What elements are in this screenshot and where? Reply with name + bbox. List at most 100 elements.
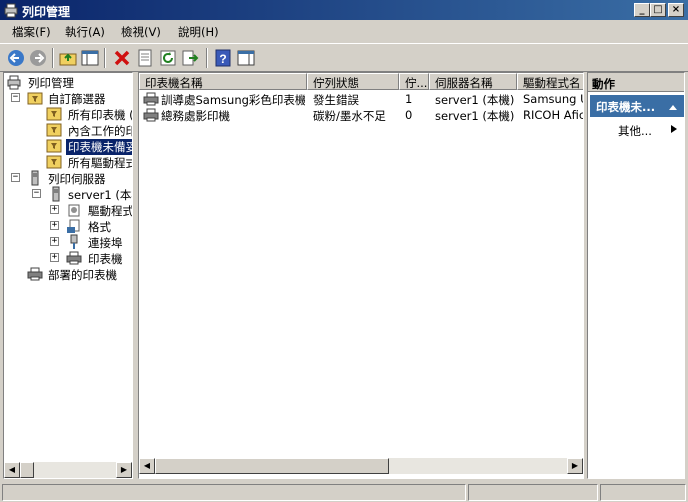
cell-queue-status: 發生錯誤: [313, 93, 359, 107]
toolbar-separator: [206, 48, 208, 68]
menu-file[interactable]: 檔案(F): [12, 24, 51, 40]
scroll-right-icon[interactable]: ▶: [567, 458, 583, 474]
svg-text:?: ?: [219, 52, 226, 66]
table-row[interactable]: 訓導處Samsung彩色印表機 發生錯誤 1 server1 (本機) Sams…: [139, 91, 583, 107]
expand-icon[interactable]: +: [50, 253, 59, 262]
filter-icon: [46, 139, 62, 153]
column-header-queue-status[interactable]: 佇列狀態: [307, 73, 399, 90]
actions-group-title[interactable]: 印表機未...: [590, 95, 684, 117]
expand-icon[interactable]: +: [50, 221, 59, 230]
scroll-thumb[interactable]: [20, 462, 34, 478]
printer-list: 印表機名稱 佇列狀態 佇... 伺服器名稱 驅動程式名 訓導處Samsung彩色…: [138, 72, 584, 479]
scroll-right-icon[interactable]: ▶: [116, 462, 132, 478]
column-header-driver-name[interactable]: 驅動程式名: [517, 73, 583, 90]
scroll-left-icon[interactable]: ◀: [139, 458, 155, 474]
tree-item-forms[interactable]: + 格式: [6, 218, 132, 234]
tree-item-print-servers[interactable]: − 列印伺服器: [6, 170, 132, 186]
back-icon[interactable]: [6, 48, 26, 68]
print-management-icon: [7, 75, 21, 90]
tree-item-deployed-printers[interactable]: 部署的印表機: [6, 266, 132, 282]
menu-view[interactable]: 檢視(V): [121, 24, 161, 40]
help-icon[interactable]: ?: [213, 48, 233, 68]
tree-label: 格式: [88, 220, 111, 234]
expand-icon[interactable]: +: [50, 237, 59, 246]
forward-icon[interactable]: [28, 48, 48, 68]
tree-horizontal-scrollbar[interactable]: ◀ ▶: [4, 462, 132, 478]
port-icon: [70, 234, 78, 249]
title-bar: 列印管理 _ □ ×: [0, 0, 688, 20]
tree-label: 列印管理: [28, 76, 74, 90]
show-hide-tree-icon[interactable]: [80, 48, 100, 68]
cell-queue-status: 碳粉/墨水不足: [313, 109, 386, 123]
tree-item-printers-with-jobs[interactable]: 內含工作的印: [6, 122, 132, 138]
tree-label: 所有驅動程式: [68, 156, 133, 170]
menu-action[interactable]: 執行(A): [65, 24, 105, 40]
properties-icon[interactable]: [135, 48, 155, 68]
tree-label: server1 (本機): [68, 188, 132, 202]
submenu-arrow-icon: [671, 125, 677, 133]
tree-item-root[interactable]: 列印管理: [6, 74, 132, 90]
tree-item-all-printers[interactable]: 所有印表機 (: [6, 106, 133, 122]
cell-jobs: 0: [405, 108, 413, 122]
menu-bar: 檔案(F) 執行(A) 檢視(V) 說明(H): [0, 21, 688, 41]
driver-icon: [68, 204, 80, 217]
list-horizontal-scrollbar[interactable]: ◀ ▶: [139, 458, 583, 474]
show-hide-action-pane-icon[interactable]: [236, 48, 256, 68]
up-folder-icon[interactable]: [58, 48, 78, 68]
column-header-server-name[interactable]: 伺服器名稱: [429, 73, 517, 90]
cell-server-name: server1 (本機): [435, 109, 515, 123]
window-title: 列印管理: [22, 5, 71, 19]
cell-driver-name: Samsung Un: [523, 92, 583, 106]
printer-icon: [143, 92, 159, 106]
tree-label-selected: 印表機未備妥: [66, 139, 132, 155]
maximize-button[interactable]: □: [650, 3, 666, 17]
cell-driver-name: RICOH Afic: [523, 108, 583, 122]
filter-icon: [46, 107, 62, 121]
tree-item-server1[interactable]: − server1 (本機): [6, 186, 132, 202]
tree-label: 列印伺服器: [48, 172, 106, 186]
column-header-printer-name[interactable]: 印表機名稱: [139, 73, 307, 90]
filter-folder-icon: [27, 92, 43, 105]
status-bar: [0, 482, 688, 502]
tree-label: 連接埠: [88, 236, 123, 250]
collapse-up-icon[interactable]: [668, 103, 678, 111]
collapse-icon[interactable]: −: [11, 173, 20, 182]
tree-label: 所有印表機 (: [68, 108, 133, 122]
toolbar-separator: [52, 48, 54, 68]
minimize-button[interactable]: _: [634, 3, 650, 17]
tree-item-ports[interactable]: + 連接埠: [6, 234, 132, 250]
export-icon[interactable]: [180, 48, 200, 68]
forms-icon: [67, 219, 80, 233]
delete-icon[interactable]: [112, 48, 132, 68]
refresh-icon[interactable]: [158, 48, 178, 68]
tree-item-printers[interactable]: + 印表機: [6, 250, 132, 266]
tree-label: 印表機: [88, 252, 123, 266]
expand-icon[interactable]: +: [50, 205, 59, 214]
tree-label: 部署的印表機: [48, 268, 117, 282]
cell-printer-name: 總務處影印機: [161, 109, 230, 123]
action-more[interactable]: 其他...: [618, 123, 652, 139]
toolbar-separator: [104, 48, 106, 68]
collapse-icon[interactable]: −: [11, 93, 20, 102]
console-tree: 列印管理 − 自訂篩選器 所有印表機 ( 內含工作的印 印表機未備妥 所有驅動程…: [3, 72, 133, 479]
close-button[interactable]: ×: [668, 3, 684, 17]
filter-icon: [46, 155, 62, 169]
tree-item-drivers[interactable]: + 驅動程式: [6, 202, 132, 218]
scroll-thumb[interactable]: [155, 458, 389, 474]
tree-item-printers-not-ready[interactable]: 印表機未備妥: [6, 138, 132, 155]
printer-icon: [66, 251, 82, 265]
server-icon: [52, 186, 60, 202]
column-header-jobs[interactable]: 佇...: [399, 73, 429, 90]
print-management-icon: [4, 3, 18, 18]
tree-item-custom-filters[interactable]: − 自訂篩選器: [6, 90, 132, 106]
actions-header: 動作: [588, 73, 684, 92]
status-pane: [468, 484, 598, 501]
collapse-icon[interactable]: −: [32, 189, 41, 198]
scroll-left-icon[interactable]: ◀: [4, 462, 20, 478]
table-row[interactable]: 總務處影印機 碳粉/墨水不足 0 server1 (本機) RICOH Afic: [139, 107, 583, 123]
actions-pane: 動作 印表機未... 其他...: [587, 72, 685, 479]
tree-label: 自訂篩選器: [48, 92, 106, 106]
menu-help[interactable]: 說明(H): [178, 24, 219, 40]
filter-icon: [46, 123, 62, 137]
tree-item-all-drivers[interactable]: 所有驅動程式: [6, 154, 133, 170]
